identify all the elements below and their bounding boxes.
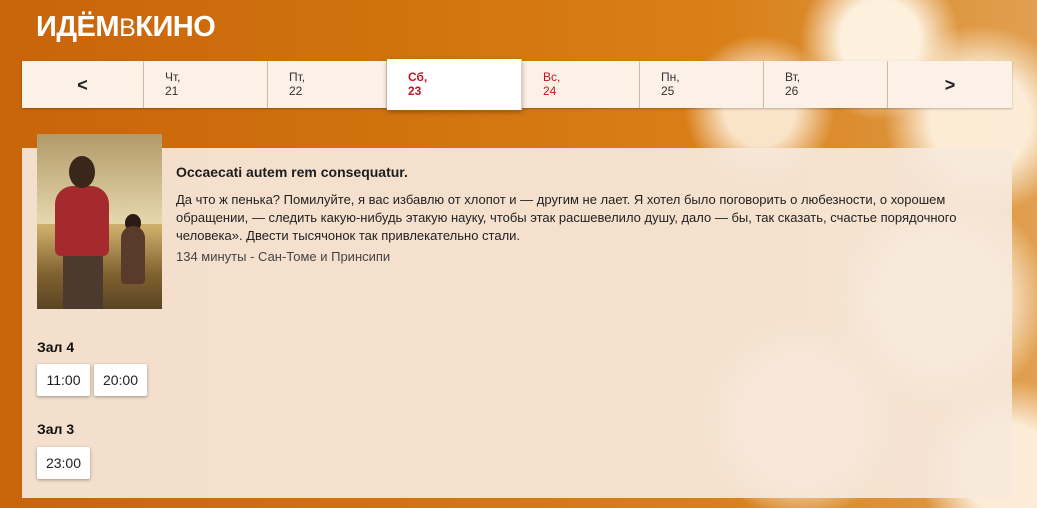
date-weekday: Вс, xyxy=(543,70,561,84)
chevron-left-icon: < xyxy=(77,74,88,95)
next-dates-button[interactable]: > xyxy=(888,61,1012,108)
hall-title: Зал 4 xyxy=(37,339,75,355)
date-number: 25 xyxy=(661,84,675,98)
prev-dates-button[interactable]: < xyxy=(22,61,144,108)
date-tab-sat-selected[interactable]: Сб, 23 xyxy=(387,59,522,110)
date-selector: < Чт, 21 Пт, 22 Сб, 23 Вс, 24 Пн, 25 Вт,… xyxy=(22,59,1012,110)
movie-meta: 134 минуты - Сан-Томе и Принсипи xyxy=(176,249,391,264)
site-logo[interactable]: ИДЁМВКИНО xyxy=(36,11,216,43)
date-tab-tue[interactable]: Вт, 26 xyxy=(764,61,888,108)
date-number: 24 xyxy=(543,84,557,98)
date-tab-sun[interactable]: Вс, 24 xyxy=(522,61,640,108)
movie-poster xyxy=(37,134,162,309)
date-number: 22 xyxy=(289,84,303,98)
hall-title: Зал 3 xyxy=(37,421,75,437)
movie-description: Да что ж пенька? Помилуйте, я вас избавл… xyxy=(176,192,957,243)
date-tab-thu[interactable]: Чт, 21 xyxy=(144,61,268,108)
date-weekday: Пт, xyxy=(289,70,306,84)
date-tab-mon[interactable]: Пн, 25 xyxy=(640,61,764,108)
showtime-button[interactable]: 11:00 xyxy=(37,364,90,396)
showtime-button[interactable]: 20:00 xyxy=(94,364,147,396)
date-tab-fri[interactable]: Пт, 22 xyxy=(268,61,387,108)
date-number: 26 xyxy=(785,84,799,98)
date-number: 23 xyxy=(408,84,422,98)
date-weekday: Сб, xyxy=(408,70,428,84)
chevron-right-icon: > xyxy=(944,74,956,95)
logo-text-right: КИНО xyxy=(135,11,216,43)
date-weekday: Пн, xyxy=(661,70,680,84)
date-weekday: Вт, xyxy=(785,70,801,84)
movie-title: Occaecati autem rem consequatur. xyxy=(176,164,408,180)
date-number: 21 xyxy=(165,84,179,98)
showtime-button[interactable]: 23:00 xyxy=(37,447,90,479)
logo-text-mid: В xyxy=(119,14,136,42)
date-weekday: Чт, xyxy=(165,70,181,84)
logo-text-left: ИДЁМ xyxy=(36,11,120,43)
